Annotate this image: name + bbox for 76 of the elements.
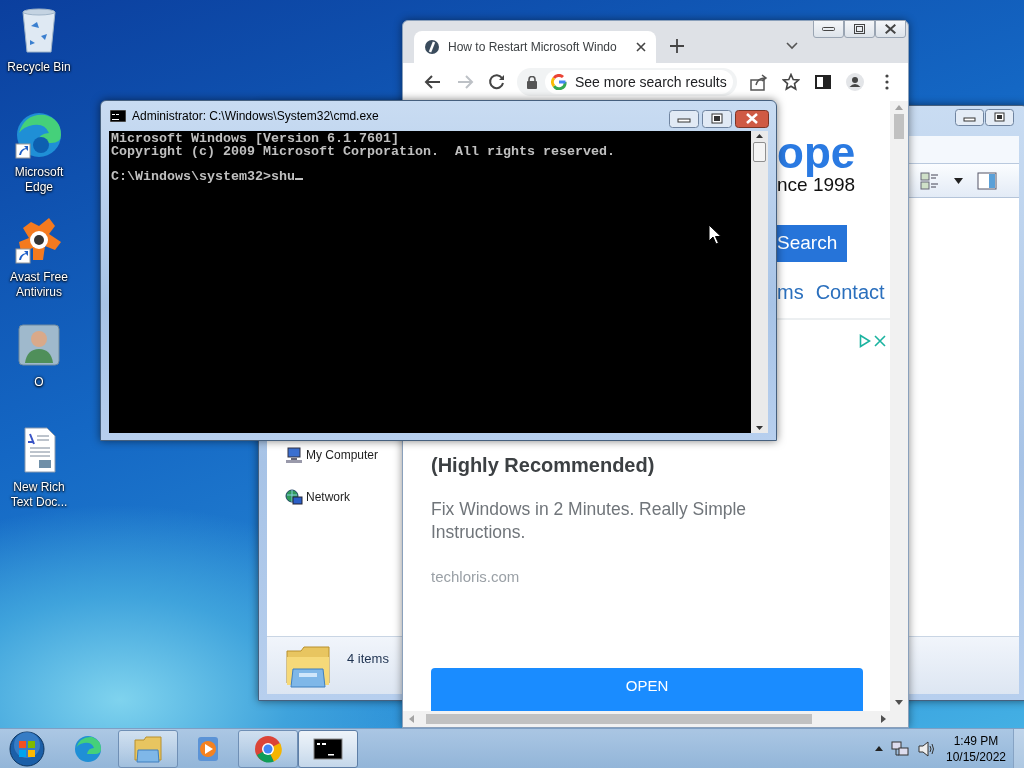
network-icon[interactable] <box>285 488 303 506</box>
star-icon <box>782 73 800 91</box>
browser-icon <box>253 733 283 764</box>
minimize-button[interactable] <box>813 20 844 38</box>
maximize-icon <box>854 24 865 34</box>
computer-icon[interactable] <box>285 446 303 464</box>
icon-label[interactable]: Microsoft Edge <box>1 165 77 195</box>
folder-icon <box>133 733 163 764</box>
menu-icon <box>885 74 889 90</box>
forward-icon <box>456 73 474 91</box>
console-text: Copyright (c) 2009 Microsoft Corporation. All rights reserved. <box>111 145 616 158</box>
chevron-icon[interactable] <box>786 42 798 50</box>
nav-item[interactable]: My Computer <box>306 446 379 464</box>
console-text: Microsoft Windows [Version 6.1.7601] <box>111 133 400 146</box>
network-icon[interactable] <box>891 739 909 758</box>
antivirus-icon[interactable] <box>15 216 63 264</box>
search-engine-icon <box>551 74 567 90</box>
scrollbar[interactable] <box>403 711 908 727</box>
close-button[interactable] <box>735 110 769 128</box>
scroll-thumb[interactable] <box>894 114 904 139</box>
reload-icon <box>488 73 506 91</box>
close-icon <box>885 24 896 34</box>
start-icon <box>9 730 45 767</box>
minimize-icon <box>822 27 835 31</box>
site-logo: ope <box>777 131 857 175</box>
text-cursor <box>294 177 303 180</box>
maximize-button[interactable] <box>702 110 732 128</box>
terminal-icon <box>110 110 126 122</box>
browser-icon[interactable] <box>15 111 63 159</box>
window-title: Administrator: C:\Windows\System32\cmd.exe <box>132 108 380 125</box>
show-hidden-icon[interactable] <box>875 746 883 751</box>
ad-domain: techloris.com <box>431 568 521 586</box>
side-panel-icon <box>814 73 832 91</box>
clock-date: 10/15/2022 <box>944 748 1008 765</box>
mouse-pointer-icon <box>708 224 722 245</box>
clock-time: 1:49 PM <box>952 732 1000 749</box>
back-icon <box>424 73 442 91</box>
maximize-button[interactable] <box>844 20 875 38</box>
nav-link[interactable]: ms <box>777 280 804 305</box>
ad-headline: (Highly Recommended) <box>431 453 656 477</box>
icon-label[interactable]: O <box>1 375 77 390</box>
command-line[interactable]: C:\Windows\system32>shu <box>111 168 295 184</box>
icon-label[interactable]: New Rich Text Doc... <box>1 480 77 510</box>
scrollbar[interactable] <box>890 101 908 711</box>
scroll-thumb[interactable] <box>426 714 812 724</box>
profile-icon <box>846 73 864 91</box>
icon-label[interactable]: Recycle Bin <box>1 60 77 75</box>
status-text: 4 items <box>347 650 389 668</box>
view-icon[interactable] <box>920 171 940 190</box>
nav-item[interactable]: Network <box>306 488 350 506</box>
scroll-down-icon[interactable] <box>756 426 763 430</box>
address-field[interactable] <box>909 136 1019 164</box>
ad-description: Fix Windows in 2 Minutes. Really Simple Instructions. <box>431 498 748 544</box>
ad-info-icon[interactable] <box>859 334 871 348</box>
caret-icon[interactable] <box>954 177 963 184</box>
user-icon[interactable] <box>15 321 63 369</box>
volume-icon[interactable] <box>917 739 935 758</box>
scrollbar[interactable] <box>751 131 768 433</box>
browser-tab[interactable]: How to Restart Microsoft Windo <box>414 31 656 63</box>
taskbar-button[interactable] <box>298 729 358 768</box>
close-icon[interactable] <box>636 42 646 52</box>
scroll-thumb[interactable] <box>753 142 766 162</box>
scroll-up-icon[interactable] <box>756 134 763 138</box>
preview-pane-icon[interactable] <box>977 171 997 190</box>
new-tab-icon[interactable] <box>670 39 684 53</box>
nav-link[interactable]: Contact <box>815 280 885 305</box>
browser-icon <box>73 733 103 764</box>
site-icon <box>424 39 440 55</box>
share-icon <box>750 73 768 91</box>
maximize-button[interactable] <box>985 109 1014 126</box>
search-button[interactable]: Search <box>777 225 847 262</box>
icon-label[interactable]: Avast Free Antivirus <box>1 270 77 300</box>
scroll-right-icon[interactable] <box>881 715 886 723</box>
address-bar[interactable]: See more search results <box>517 68 737 96</box>
lock-icon[interactable] <box>527 75 537 89</box>
close-button[interactable] <box>875 20 906 38</box>
